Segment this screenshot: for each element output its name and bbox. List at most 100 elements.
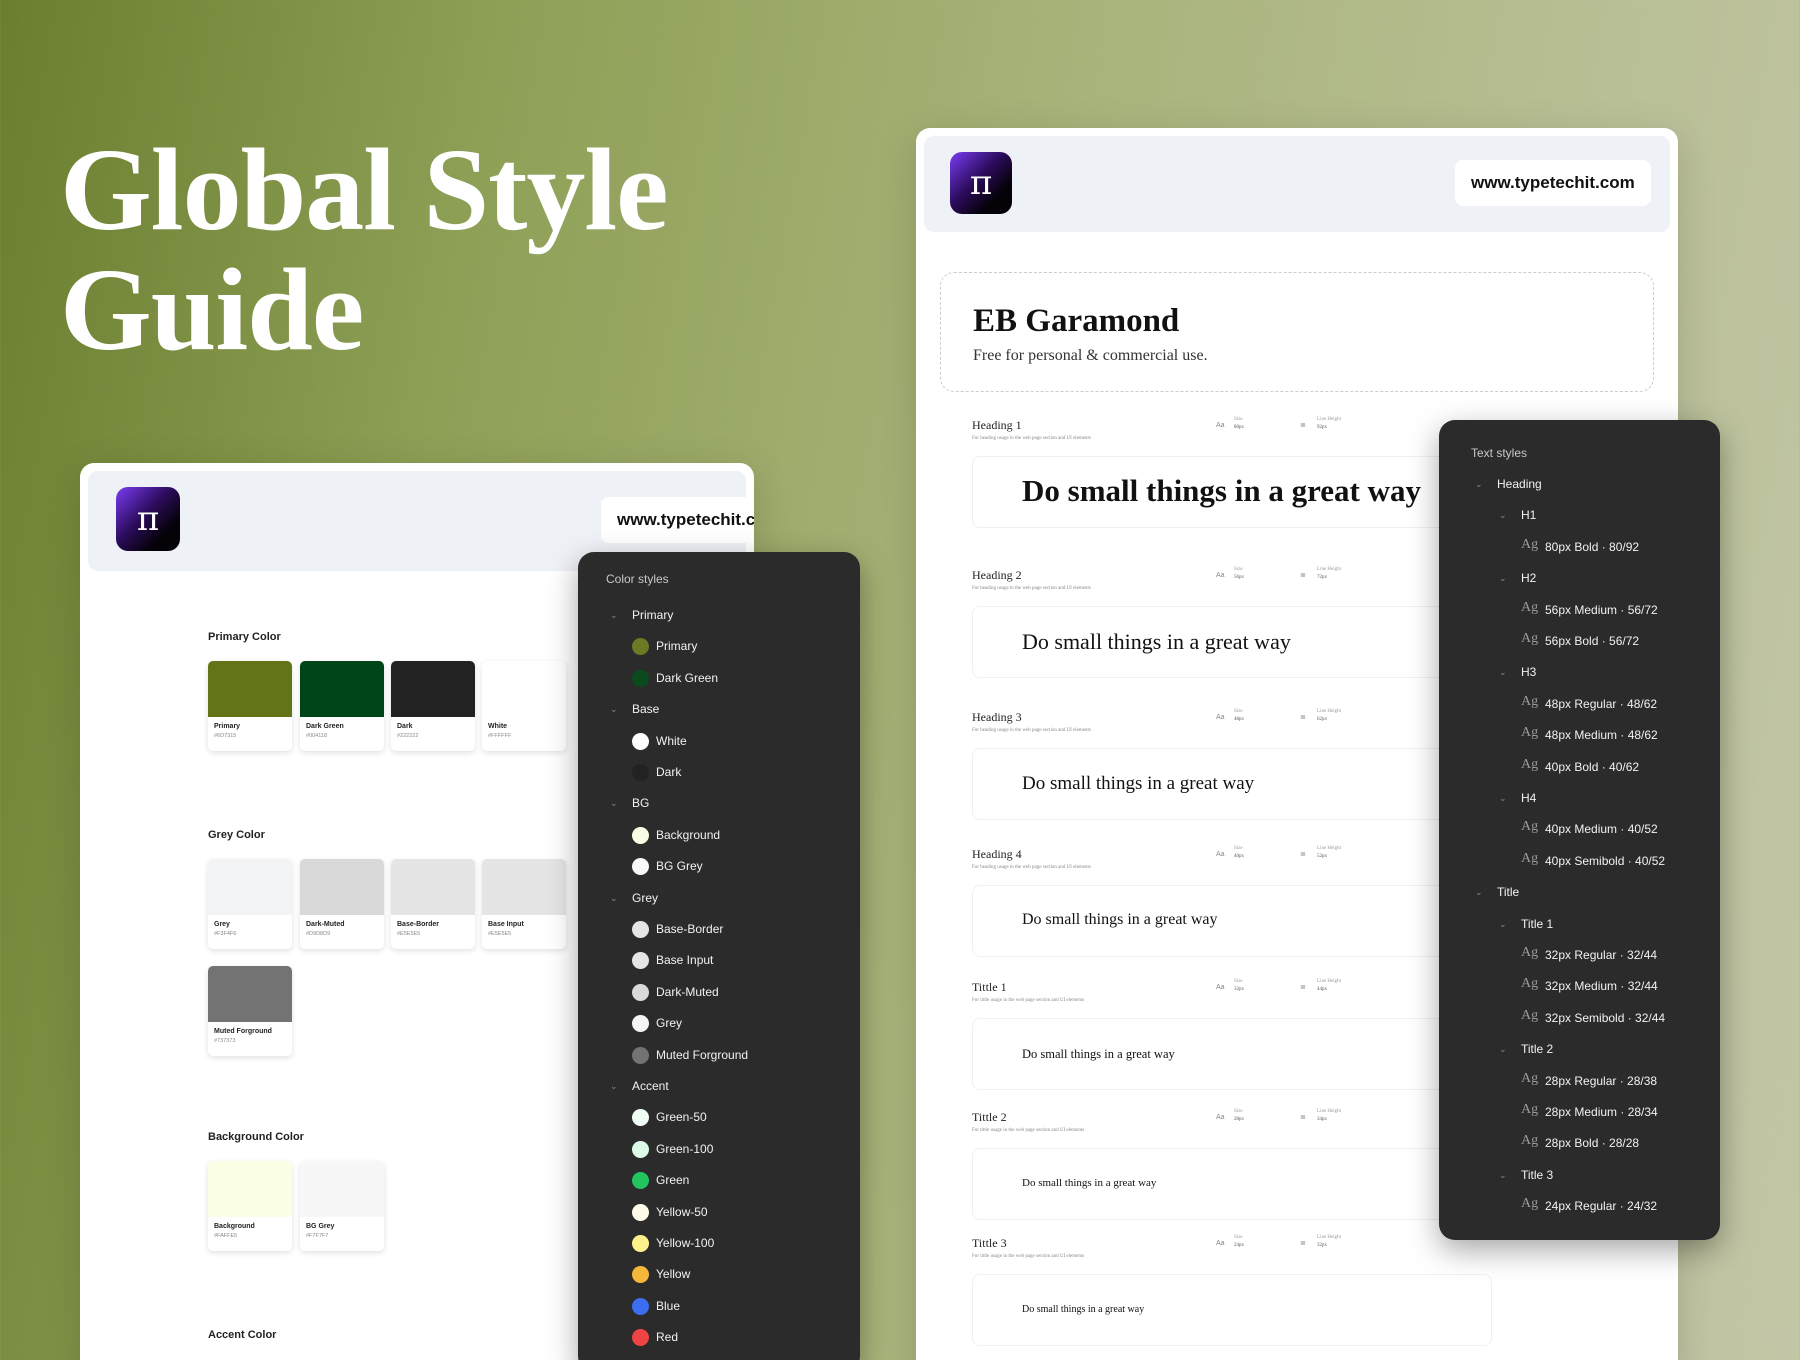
collapse-chevron-icon[interactable]: ⌄: [610, 610, 618, 621]
type-style-description: For heading usage in the web page sectio…: [972, 728, 1091, 733]
line-height-icon: ≣: [1300, 572, 1306, 579]
swatch-color-fill: [391, 859, 475, 915]
text-subgroup-label[interactable]: H2: [1521, 571, 1536, 585]
text-style-item[interactable]: 32px Medium · 32/44: [1545, 979, 1658, 993]
text-group-label[interactable]: Title: [1497, 885, 1519, 899]
text-style-item[interactable]: 28px Medium · 28/34: [1545, 1105, 1658, 1119]
primary-color-heading: Primary Color: [208, 631, 281, 643]
text-subgroup-label[interactable]: H3: [1521, 665, 1536, 679]
color-dot-icon: [632, 952, 649, 970]
color-group-label[interactable]: Primary: [632, 608, 673, 622]
type-style-description: For heading usage in the web page sectio…: [972, 586, 1091, 591]
text-subgroup-label[interactable]: Title 1: [1521, 917, 1553, 931]
text-style-item[interactable]: 40px Semibold · 40/52: [1545, 854, 1665, 868]
text-subgroup-label[interactable]: Title 2: [1521, 1042, 1553, 1056]
collapse-chevron-icon[interactable]: ⌄: [1475, 887, 1483, 898]
text-subgroup-label[interactable]: H4: [1521, 791, 1536, 805]
text-style-item[interactable]: 40px Medium · 40/52: [1545, 822, 1658, 836]
color-swatch[interactable]: Base-Border #E5E5E5: [391, 859, 475, 949]
color-swatch[interactable]: Grey #F3F4F6: [208, 859, 292, 949]
text-style-ag-icon: Ag: [1521, 850, 1539, 866]
color-style-item[interactable]: Yellow-50: [656, 1205, 708, 1219]
color-style-item[interactable]: Blue: [656, 1299, 680, 1313]
color-swatch[interactable]: Primary #6D7315: [208, 661, 292, 751]
text-style-item[interactable]: 56px Medium · 56/72: [1545, 603, 1658, 617]
text-style-item[interactable]: 40px Bold · 40/62: [1545, 760, 1639, 774]
color-dot-icon: [632, 1297, 649, 1315]
color-style-item[interactable]: Green-100: [656, 1142, 713, 1156]
color-swatch[interactable]: Dark #222222: [391, 661, 475, 751]
swatch-color-fill: [482, 859, 566, 915]
color-dot-icon: [632, 1266, 649, 1284]
brand-logo-icon: π: [116, 487, 180, 551]
website-url[interactable]: www.typetechit.com: [601, 497, 754, 543]
color-style-item[interactable]: Primary: [656, 639, 697, 653]
text-style-item[interactable]: 28px Regular · 28/38: [1545, 1074, 1657, 1088]
color-style-item[interactable]: Yellow: [656, 1267, 690, 1281]
text-group-label[interactable]: Heading: [1497, 477, 1542, 491]
text-style-item[interactable]: 56px Bold · 56/72: [1545, 634, 1639, 648]
color-style-item[interactable]: Base Input: [656, 953, 713, 967]
text-subgroup-label[interactable]: Title 3: [1521, 1168, 1553, 1182]
collapse-chevron-icon[interactable]: ⌄: [1499, 793, 1507, 804]
color-swatch[interactable]: BG Grey #F7F7F7: [300, 1161, 384, 1251]
collapse-chevron-icon[interactable]: ⌄: [1499, 919, 1507, 930]
color-dot-icon: [632, 826, 649, 844]
collapse-chevron-icon[interactable]: ⌄: [1499, 1170, 1507, 1181]
color-swatch[interactable]: Muted Forground #737373: [208, 966, 292, 1056]
color-style-item[interactable]: Red: [656, 1330, 678, 1344]
color-style-item[interactable]: BG Grey: [656, 859, 703, 873]
text-style-item[interactable]: 32px Semibold · 32/44: [1545, 1011, 1665, 1025]
color-group-label[interactable]: BG: [632, 796, 649, 810]
collapse-chevron-icon[interactable]: ⌄: [1499, 1044, 1507, 1055]
text-style-ag-icon: Ag: [1521, 599, 1539, 615]
color-style-item[interactable]: White: [656, 734, 687, 748]
collapse-chevron-icon[interactable]: ⌄: [1499, 573, 1507, 584]
text-subgroup-label[interactable]: H1: [1521, 508, 1536, 522]
color-style-item[interactable]: Green: [656, 1173, 689, 1187]
color-dot-icon: [632, 1203, 649, 1221]
collapse-chevron-icon[interactable]: ⌄: [610, 798, 618, 809]
text-style-item[interactable]: 24px Regular · 24/32: [1545, 1199, 1657, 1213]
color-group-label[interactable]: Base: [632, 702, 659, 716]
text-style-item[interactable]: 80px Bold · 80/92: [1545, 540, 1639, 554]
color-dot-icon: [632, 1109, 649, 1127]
collapse-chevron-icon[interactable]: ⌄: [1499, 667, 1507, 678]
color-style-item[interactable]: Dark: [656, 765, 681, 779]
collapse-chevron-icon[interactable]: ⌄: [610, 893, 618, 904]
color-style-item[interactable]: Muted Forground: [656, 1048, 748, 1062]
color-swatch[interactable]: Base Input #E5E5E5: [482, 859, 566, 949]
color-swatch[interactable]: Dark-Muted #D9D8D9: [300, 859, 384, 949]
color-group-label[interactable]: Grey: [632, 891, 658, 905]
line-height-label: Line Height: [1317, 709, 1342, 714]
text-style-item[interactable]: 48px Regular · 48/62: [1545, 697, 1657, 711]
color-swatch[interactable]: Background #FAFFE5: [208, 1161, 292, 1251]
swatch-hex: #E5E5E5: [397, 931, 421, 937]
swatch-color-fill: [300, 1161, 384, 1217]
color-style-item[interactable]: Green-50: [656, 1110, 707, 1124]
collapse-chevron-icon[interactable]: ⌄: [1475, 479, 1483, 490]
color-style-item[interactable]: Yellow-100: [656, 1236, 714, 1250]
color-style-item[interactable]: Grey: [656, 1016, 682, 1030]
text-style-item[interactable]: 32px Regular · 32/44: [1545, 948, 1657, 962]
line-height-label: Line Height: [1317, 846, 1342, 851]
collapse-chevron-icon[interactable]: ⌄: [1499, 510, 1507, 521]
text-style-item[interactable]: 48px Medium · 48/62: [1545, 728, 1658, 742]
website-url[interactable]: www.typetechit.com: [1455, 160, 1651, 206]
size-label: Size: [1234, 417, 1243, 422]
size-label: Size: [1234, 1235, 1243, 1240]
color-swatch[interactable]: White #FFFFFF: [482, 661, 566, 751]
color-style-item[interactable]: Dark Green: [656, 671, 718, 685]
text-style-item[interactable]: 28px Bold · 28/28: [1545, 1136, 1639, 1150]
text-style-ag-icon: Ag: [1521, 1007, 1539, 1023]
type-style-label: Tittle 2: [972, 1110, 1007, 1124]
collapse-chevron-icon[interactable]: ⌄: [610, 704, 618, 715]
collapse-chevron-icon[interactable]: ⌄: [610, 1081, 618, 1092]
color-style-item[interactable]: Background: [656, 828, 720, 842]
swatch-name: Base-Border: [397, 921, 440, 928]
text-style-ag-icon: Ag: [1521, 1070, 1539, 1086]
color-style-item[interactable]: Base-Border: [656, 922, 723, 936]
color-style-item[interactable]: Dark-Muted: [656, 985, 719, 999]
color-swatch[interactable]: Dark Green #004118: [300, 661, 384, 751]
color-group-label[interactable]: Accent: [632, 1079, 669, 1093]
